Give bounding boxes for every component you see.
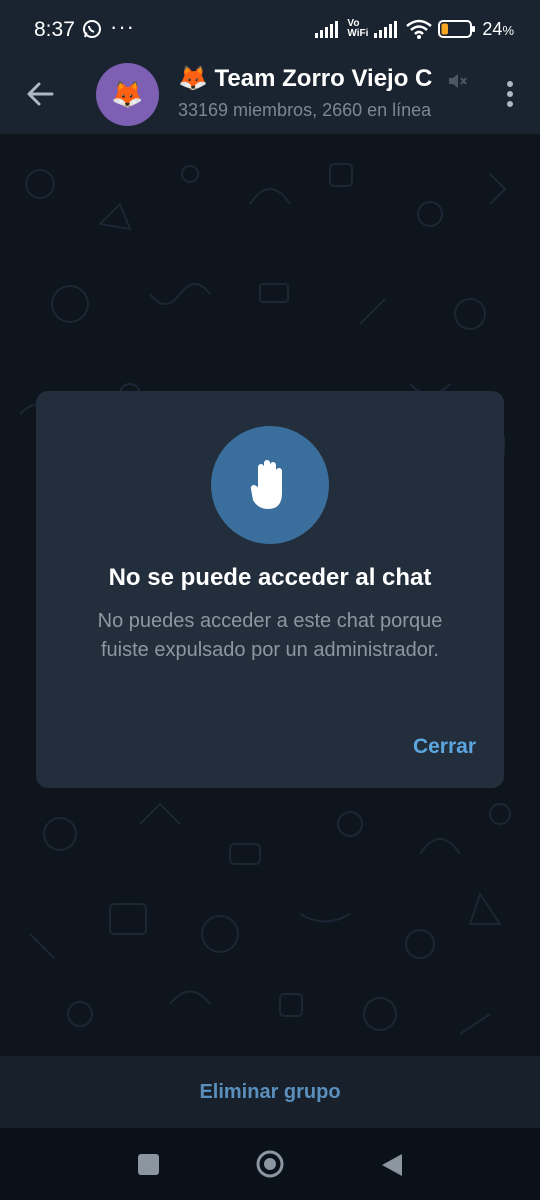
vowifi-indicator: Vo WiFi bbox=[347, 19, 368, 39]
muted-icon bbox=[449, 74, 467, 88]
battery-percent: 24% bbox=[482, 19, 514, 40]
chat-header: 🦊 🦊 Team Zorro Viejo C 33169 miembros, 2… bbox=[0, 58, 540, 134]
battery-icon bbox=[438, 20, 476, 38]
back-arrow-icon[interactable] bbox=[24, 78, 56, 110]
chat-subtitle: 33169 miembros, 2660 en línea bbox=[178, 100, 432, 120]
wifi-label: WiFi bbox=[347, 28, 369, 39]
hand-stop-icon bbox=[250, 460, 282, 509]
status-right-group: Vo WiFi 24% bbox=[315, 16, 514, 42]
whatsapp-icon bbox=[83, 20, 101, 38]
delete-group-button[interactable]: Eliminar grupo bbox=[199, 1081, 340, 1104]
dialog-icon-circle bbox=[211, 426, 329, 544]
more-options-icon[interactable] bbox=[506, 80, 514, 108]
recent-apps-icon[interactable] bbox=[138, 1154, 159, 1175]
access-denied-dialog: No se puede acceder al chat No puedes ac… bbox=[36, 391, 504, 788]
system-nav-bar bbox=[0, 1128, 540, 1200]
battery-percent-value: 24 bbox=[482, 18, 503, 39]
home-icon[interactable] bbox=[255, 1149, 285, 1179]
dialog-message: No puedes acceder a este chat porque fui… bbox=[97, 610, 443, 661]
signal-icon bbox=[315, 21, 339, 38]
wifi-icon bbox=[406, 19, 433, 39]
nav-back-icon[interactable] bbox=[380, 1152, 404, 1178]
group-avatar[interactable]: 🦊 bbox=[96, 63, 159, 126]
more-notifications-icon: ··· bbox=[110, 14, 135, 39]
chat-title[interactable]: 🦊 Team Zorro Viejo C bbox=[178, 64, 468, 93]
bottom-action-bar: Eliminar grupo bbox=[0, 1056, 540, 1128]
status-bar: 8:37 ··· Vo WiFi 24% bbox=[0, 0, 540, 58]
close-button[interactable]: Cerrar bbox=[413, 735, 476, 759]
status-time: 8:37 bbox=[34, 18, 75, 41]
battery-percent-suffix: % bbox=[502, 22, 514, 38]
signal-icon-2 bbox=[374, 21, 398, 38]
dialog-title: No se puede acceder al chat bbox=[108, 564, 432, 591]
avatar-emoji: 🦊 bbox=[111, 79, 144, 109]
